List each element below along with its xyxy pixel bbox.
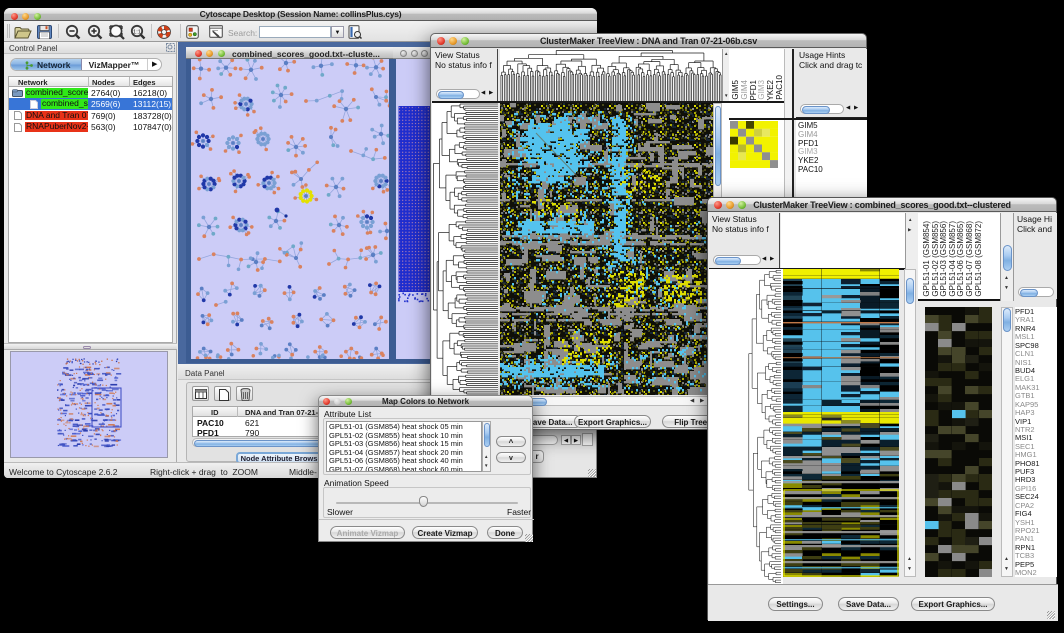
svg-text:1:1: 1:1 <box>133 29 141 35</box>
